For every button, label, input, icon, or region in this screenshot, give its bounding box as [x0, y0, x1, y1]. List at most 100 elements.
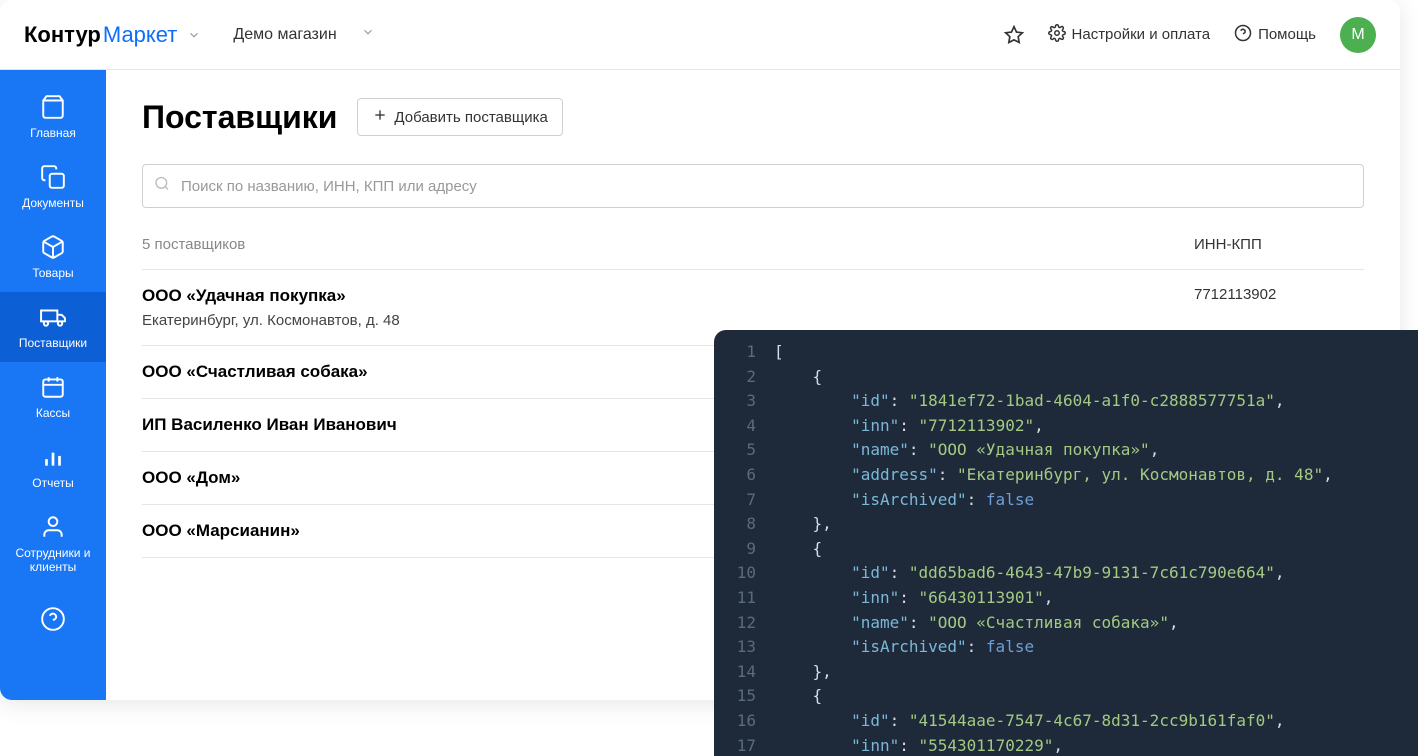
- code-panel: 1[2 {3 "id": "1841ef72-1bad-4604-a1f0-c2…: [714, 330, 1418, 756]
- line-content: "name": "ООО «Удачная покупка»",: [774, 438, 1159, 463]
- line-number: 3: [714, 389, 774, 414]
- line-number: 11: [714, 586, 774, 611]
- line-number: 14: [714, 660, 774, 685]
- logo-kontur-text: Контур: [24, 22, 101, 48]
- favorites-icon[interactable]: [1004, 25, 1024, 45]
- avatar-letter: М: [1351, 26, 1364, 44]
- line-number: 13: [714, 635, 774, 660]
- code-line: 7 "isArchived": false: [714, 488, 1418, 513]
- copy-icon: [40, 164, 66, 190]
- line-content: "inn": "554301170229",: [774, 734, 1063, 756]
- plus-icon: [372, 107, 388, 127]
- row-left: ИП Василенко Иван Иванович: [142, 415, 397, 435]
- line-content: "inn": "7712113902",: [774, 414, 1044, 439]
- page-title: Поставщики: [142, 99, 337, 136]
- sidebar-item-home[interactable]: Главная: [0, 82, 106, 152]
- count-label: 5 поставщиков: [142, 236, 245, 253]
- line-number: 16: [714, 709, 774, 734]
- line-content: {: [774, 365, 822, 390]
- help-icon: [1234, 24, 1252, 46]
- line-content: "id": "dd65bad6-4643-47b9-9131-7c61c790e…: [774, 561, 1285, 586]
- chevron-down-icon: [187, 22, 201, 48]
- line-content: {: [774, 684, 822, 709]
- help-label: Помощь: [1258, 26, 1316, 43]
- line-number: 2: [714, 365, 774, 390]
- sidebar-item-label: Сотрудники и клиенты: [4, 546, 102, 574]
- sidebar-item-label: Документы: [22, 196, 84, 210]
- sidebar-item-label: Отчеты: [32, 476, 73, 490]
- code-line: 13 "isArchived": false: [714, 635, 1418, 660]
- line-content: [: [774, 340, 784, 365]
- supplier-name: ООО «Счастливая собака»: [142, 362, 368, 382]
- row-left: ООО «Удачная покупка» Екатеринбург, ул. К…: [142, 286, 400, 329]
- sidebar-item-help[interactable]: [0, 594, 106, 644]
- sidebar-item-label: Главная: [30, 126, 76, 140]
- line-content: "name": "ООО «Счастливая собака»",: [774, 611, 1179, 636]
- code-line: 3 "id": "1841ef72-1bad-4604-a1f0-c288857…: [714, 389, 1418, 414]
- code-line: 5 "name": "ООО «Удачная покупка»",: [714, 438, 1418, 463]
- line-content: "inn": "66430113901",: [774, 586, 1053, 611]
- code-line: 2 {: [714, 365, 1418, 390]
- search-input[interactable]: [142, 164, 1364, 208]
- code-line: 17 "inn": "554301170229",: [714, 734, 1418, 756]
- sidebar: Главная Документы Товары Поставщики Касс…: [0, 70, 106, 700]
- avatar[interactable]: М: [1340, 17, 1376, 53]
- line-number: 4: [714, 414, 774, 439]
- box-icon: [40, 234, 66, 260]
- calendar-icon: [40, 374, 66, 400]
- sidebar-item-documents[interactable]: Документы: [0, 152, 106, 222]
- sidebar-item-reports[interactable]: Отчеты: [0, 432, 106, 502]
- shop-name: Демо магазин: [233, 26, 336, 44]
- gear-icon: [1048, 24, 1066, 46]
- line-number: 10: [714, 561, 774, 586]
- chevron-down-icon: [361, 25, 375, 44]
- line-content: "id": "1841ef72-1bad-4604-a1f0-c28885777…: [774, 389, 1285, 414]
- supplier-name: ООО «Марсианин»: [142, 521, 300, 541]
- sidebar-item-products[interactable]: Товары: [0, 222, 106, 292]
- sidebar-item-label: Кассы: [36, 406, 70, 420]
- line-number: 8: [714, 512, 774, 537]
- line-number: 12: [714, 611, 774, 636]
- code-line: 6 "address": "Екатеринбург, ул. Космонав…: [714, 463, 1418, 488]
- settings-label: Настройки и оплата: [1072, 26, 1211, 43]
- sidebar-item-suppliers[interactable]: Поставщики: [0, 292, 106, 362]
- bars-icon: [40, 444, 66, 470]
- line-number: 1: [714, 340, 774, 365]
- table-header: 5 поставщиков ИНН-КПП: [142, 236, 1364, 269]
- truck-icon: [40, 304, 66, 330]
- row-left: ООО «Счастливая собака»: [142, 362, 368, 382]
- line-content: {: [774, 537, 822, 562]
- settings-link[interactable]: Настройки и оплата: [1048, 24, 1211, 46]
- code-line: 8 },: [714, 512, 1418, 537]
- supplier-address: Екатеринбург, ул. Космонавтов, д. 48: [142, 312, 400, 329]
- supplier-name: ООО «Удачная покупка»: [142, 286, 400, 306]
- logo-market-text: Маркет: [103, 22, 178, 48]
- search-icon: [154, 176, 170, 197]
- supplier-name: ИП Василенко Иван Иванович: [142, 415, 397, 435]
- header: Контур Маркет Демо магазин Настройки и о…: [0, 0, 1400, 70]
- line-content: "id": "41544aae-7547-4c67-8d31-2cc9b161f…: [774, 709, 1285, 734]
- code-line: 12 "name": "ООО «Счастливая собака»",: [714, 611, 1418, 636]
- sidebar-item-label: Товары: [32, 266, 73, 280]
- shop-selector[interactable]: Демо магазин: [233, 25, 374, 44]
- code-line: 11 "inn": "66430113901",: [714, 586, 1418, 611]
- supplier-name: ООО «Дом»: [142, 468, 240, 488]
- supplier-inn: 7712113902: [1194, 286, 1364, 303]
- sidebar-item-registers[interactable]: Кассы: [0, 362, 106, 432]
- line-content: },: [774, 512, 832, 537]
- code-line: 1[: [714, 340, 1418, 365]
- code-line: 14 },: [714, 660, 1418, 685]
- line-content: "isArchived": false: [774, 488, 1034, 513]
- line-number: 15: [714, 684, 774, 709]
- row-left: ООО «Дом»: [142, 468, 240, 488]
- row-left: ООО «Марсианин»: [142, 521, 300, 541]
- line-number: 7: [714, 488, 774, 513]
- logo[interactable]: Контур Маркет: [24, 22, 201, 48]
- add-supplier-button[interactable]: Добавить поставщика: [357, 98, 562, 136]
- bag-icon: [40, 94, 66, 120]
- line-number: 17: [714, 734, 774, 756]
- code-line: 15 {: [714, 684, 1418, 709]
- help-circle-icon: [40, 606, 66, 632]
- help-link[interactable]: Помощь: [1234, 24, 1316, 46]
- sidebar-item-employees[interactable]: Сотрудники и клиенты: [0, 502, 106, 586]
